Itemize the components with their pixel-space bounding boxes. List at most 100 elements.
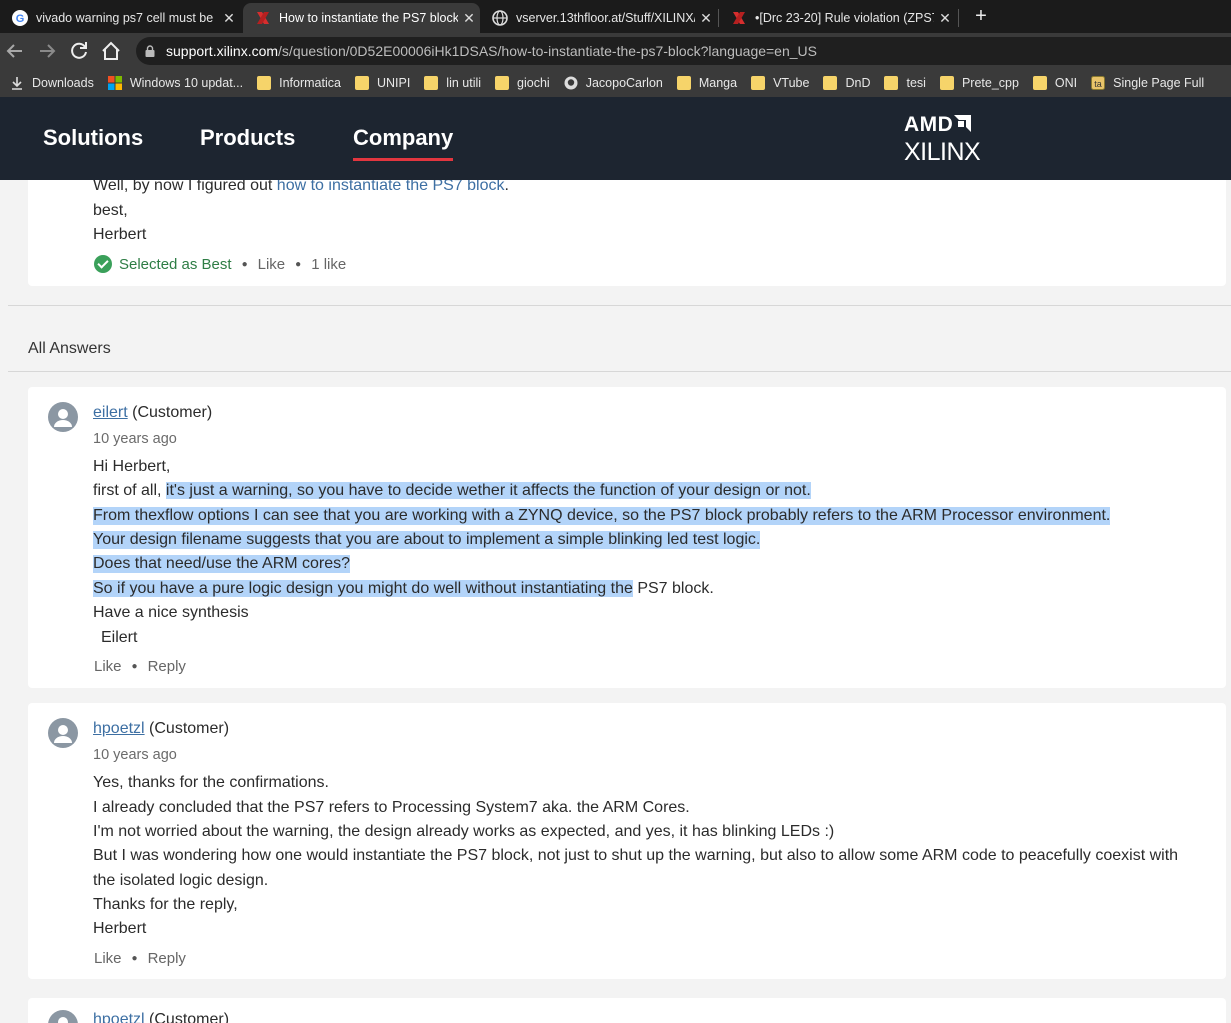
- like-button[interactable]: Like: [94, 658, 122, 675]
- bookmark-label: VTube: [773, 76, 810, 90]
- tab-title: vivado warning ps7 cell must be: [36, 11, 214, 25]
- bookmark-label: giochi: [517, 76, 550, 90]
- amd-logo[interactable]: AMD: [904, 113, 972, 137]
- bookmark-label: tesi: [906, 76, 926, 90]
- bookmark-unipi[interactable]: UNIPI: [354, 76, 410, 90]
- bookmark-tesi[interactable]: tesi: [884, 76, 926, 90]
- bookmark-label: Manga: [698, 76, 738, 90]
- svg-text:G: G: [16, 13, 25, 25]
- bookmark-manga[interactable]: Manga: [676, 76, 738, 90]
- xilinx-icon: [255, 10, 271, 26]
- close-tab-icon[interactable]: ✕: [458, 10, 480, 27]
- best-answer-line-3: Herbert: [93, 226, 147, 243]
- globe-icon: [492, 10, 508, 26]
- close-tab-icon[interactable]: ✕: [695, 10, 717, 27]
- best-answer-period: .: [504, 180, 509, 194]
- lock-icon: [145, 45, 155, 57]
- nav-products[interactable]: Products: [200, 125, 295, 151]
- back-arrow-icon: [6, 44, 22, 58]
- reload-button[interactable]: [67, 39, 91, 63]
- bookmark-lin-utili[interactable]: lin utili: [424, 76, 481, 90]
- avatar[interactable]: [48, 402, 78, 432]
- highlighted-text: From thexflow options I can see that you…: [93, 507, 1111, 525]
- app-icon: ta: [1091, 76, 1106, 90]
- new-tab-button[interactable]: +: [970, 4, 992, 28]
- author-link[interactable]: eilert: [93, 404, 128, 421]
- forward-arrow-icon: [40, 44, 56, 58]
- folder-icon: [1032, 76, 1047, 90]
- likes-count[interactable]: 1 like: [311, 256, 346, 273]
- close-tab-icon[interactable]: ✕: [218, 10, 240, 27]
- google-icon: G: [12, 10, 28, 26]
- reply-button[interactable]: Reply: [148, 658, 186, 675]
- bookmark-dnd[interactable]: DnD: [823, 76, 870, 90]
- home-icon: [102, 41, 120, 60]
- nav-company[interactable]: Company: [353, 125, 454, 161]
- home-button[interactable]: [99, 39, 123, 63]
- answer-line: But I was wondering how one would instan…: [93, 847, 1179, 864]
- address-bar[interactable]: support.xilinx.com/s/question/0D52E00006…: [136, 37, 1231, 65]
- bookmark-windows-update[interactable]: Windows 10 updat...: [107, 76, 244, 90]
- bookmark-single-page-full[interactable]: ta Single Page Full: [1091, 76, 1204, 90]
- answer-line: first of all, it's just a warning, so yo…: [93, 482, 811, 500]
- tab-vivado-warning[interactable]: G vivado warning ps7 cell must be ✕: [0, 3, 240, 33]
- tab-drc-rule-violation[interactable]: •[Drc 23-20] Rule violation (ZPS7 ✕: [719, 3, 956, 33]
- reload-icon: [71, 42, 87, 59]
- answer-text: PS7 block.: [632, 580, 714, 597]
- answer-line: the isolated logic design.: [93, 872, 269, 889]
- answer-line: I'm not worried about the warning, the d…: [93, 823, 835, 840]
- folder-icon: [939, 76, 954, 90]
- bookmark-label: JacopoCarlon: [585, 76, 663, 90]
- bookmark-downloads[interactable]: Downloads: [10, 76, 94, 90]
- tab-how-to-instantiate[interactable]: How to instantiate the PS7 block ✕: [243, 3, 480, 33]
- folder-icon: [884, 76, 899, 90]
- like-button[interactable]: Like: [258, 256, 286, 273]
- answer-line: So if you have a pure logic design you m…: [93, 580, 714, 598]
- answer-author-line: hpoetzl (Customer): [93, 1011, 229, 1023]
- close-tab-icon[interactable]: ✕: [934, 10, 956, 27]
- forward-button[interactable]: [35, 39, 59, 63]
- highlighted-text: Your design filename suggests that you a…: [93, 531, 761, 549]
- bookmark-label: Informatica: [279, 76, 341, 90]
- bookmark-informatica[interactable]: Informatica: [257, 76, 341, 90]
- bookmark-label: Single Page Full: [1113, 76, 1205, 90]
- url-text: support.xilinx.com/s/question/0D52E00006…: [166, 43, 817, 59]
- instantiate-ps7-link[interactable]: how to instantiate the PS7 block: [277, 180, 505, 194]
- section-divider: [8, 305, 1231, 306]
- user-avatar-icon: [54, 409, 72, 427]
- avatar[interactable]: [48, 718, 78, 748]
- best-answer-line-1: Well, by now I figured out how to instan…: [93, 180, 509, 195]
- bookmark-oni[interactable]: ONI: [1032, 76, 1077, 90]
- like-button[interactable]: Like: [94, 950, 122, 967]
- separator-dot: ●: [241, 258, 248, 270]
- folder-icon: [424, 76, 439, 90]
- tab-title: vserver.13thfloor.at/Stuff/XILINX/: [516, 11, 695, 25]
- answer-timestamp: 10 years ago: [93, 747, 177, 763]
- separator-dot: ●: [131, 661, 138, 672]
- author-role: (Customer): [132, 404, 213, 421]
- author-link[interactable]: hpoetzl: [93, 720, 145, 737]
- tab-vserver[interactable]: vserver.13thfloor.at/Stuff/XILINX/ ✕: [480, 3, 717, 33]
- best-answer-actions: Selected as Best ● Like ● 1 like: [94, 255, 346, 273]
- answer-actions: Like ● Reply: [94, 658, 186, 675]
- bookmark-vtube[interactable]: VTube: [751, 76, 809, 90]
- svg-text:ta: ta: [1094, 79, 1102, 89]
- highlighted-text: So if you have a pure logic design you m…: [93, 580, 633, 597]
- highlighted-text: it's just a warning, so you have to deci…: [165, 482, 811, 499]
- tab-title: •[Drc 23-20] Rule violation (ZPS7: [755, 11, 934, 25]
- nav-solutions[interactable]: Solutions: [43, 125, 143, 151]
- author-link[interactable]: hpoetzl: [93, 1011, 145, 1023]
- reply-button[interactable]: Reply: [148, 950, 186, 967]
- answer-author-line: eilert (Customer): [93, 404, 212, 422]
- download-icon: [12, 77, 22, 90]
- url-path: /s/question/0D52E00006iHk1DSAS/how-to-in…: [278, 43, 817, 59]
- tab-title: How to instantiate the PS7 block: [279, 11, 458, 25]
- bookmark-label: Windows 10 updat...: [129, 76, 244, 90]
- back-button[interactable]: [3, 39, 27, 63]
- folder-icon: [354, 76, 369, 90]
- bookmark-jacopocarlon[interactable]: JacopoCarlon: [564, 76, 663, 90]
- bookmark-prete-cpp[interactable]: Prete_cpp: [939, 76, 1019, 90]
- bookmark-giochi[interactable]: giochi: [495, 76, 550, 90]
- url-host: support.xilinx.com: [166, 43, 279, 59]
- author-role: (Customer): [149, 720, 230, 737]
